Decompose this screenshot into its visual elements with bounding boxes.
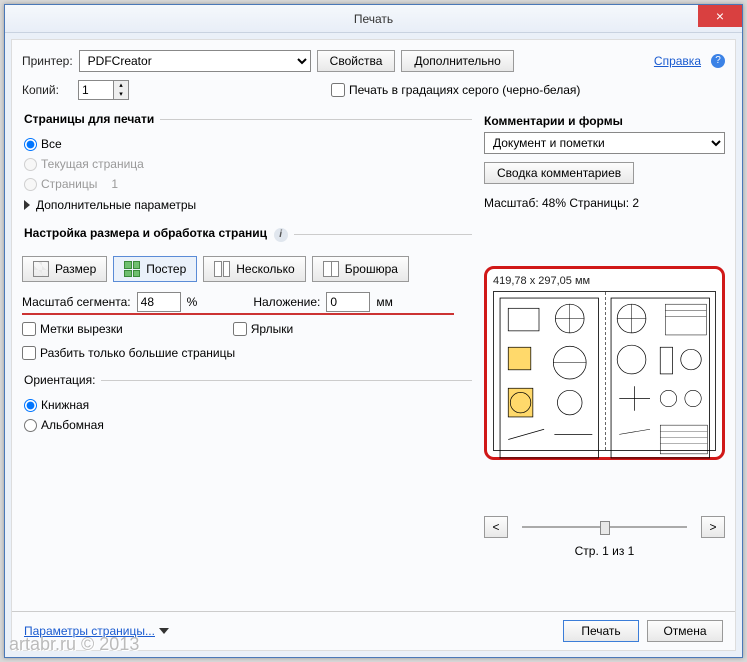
mode-poster-button[interactable]: Постер	[113, 256, 197, 282]
print-button[interactable]: Печать	[563, 620, 639, 642]
copies-row: Копий: ▴ ▾ Печать в градациях серого (че…	[12, 76, 735, 108]
copies-spinner[interactable]: ▴ ▾	[78, 80, 129, 100]
printer-label: Принтер:	[22, 54, 73, 68]
preview-slider[interactable]	[516, 519, 693, 535]
page-setup-link[interactable]: Параметры страницы...	[24, 624, 155, 638]
titlebar: Печать ×	[5, 5, 742, 33]
pages-all-radio[interactable]	[24, 138, 37, 151]
mode-size-button[interactable]: Размер	[22, 256, 107, 282]
copies-up[interactable]: ▴	[114, 81, 128, 90]
copies-label: Копий:	[22, 83, 72, 97]
pages-title: Страницы для печати	[22, 112, 160, 126]
chevron-down-icon	[159, 628, 169, 634]
preview-next-button[interactable]: >	[701, 516, 725, 538]
preview-prev-button[interactable]: <	[484, 516, 508, 538]
multi-icon	[214, 261, 230, 277]
poster-icon	[124, 261, 140, 277]
cut-marks-checkbox[interactable]: Метки вырезки	[22, 322, 123, 336]
booklet-icon	[323, 261, 339, 277]
footer: Параметры страницы... Печать Отмена	[12, 611, 735, 650]
copies-input[interactable]	[78, 80, 114, 100]
drawing-right	[605, 292, 716, 464]
cancel-button[interactable]: Отмена	[647, 620, 723, 642]
more-params-toggle[interactable]: Дополнительные параметры	[22, 194, 472, 216]
mode-booklet-button[interactable]: Брошюра	[312, 256, 409, 282]
orientation-group: Ориентация: Книжная Альбомная	[22, 373, 472, 441]
comments-title: Комментарии и формы	[484, 114, 725, 128]
landscape-radio[interactable]	[24, 419, 37, 432]
grayscale-checkbox[interactable]: Печать в градациях серого (черно-белая)	[331, 83, 580, 97]
info-icon[interactable]: i	[274, 228, 288, 242]
tile-large-checkbox[interactable]: Разбить только большие страницы	[22, 346, 235, 360]
mode-multi-button[interactable]: Несколько	[203, 256, 305, 282]
printer-row: Принтер: PDFCreator Свойства Дополнитель…	[12, 40, 735, 76]
pages-range-radio	[24, 178, 37, 191]
help-icon[interactable]: ?	[711, 54, 725, 68]
comments-select[interactable]: Документ и пометки	[484, 132, 725, 154]
portrait-radio[interactable]	[24, 399, 37, 412]
scale-info: Масштаб: 48% Страницы: 2	[484, 196, 725, 210]
copies-down[interactable]: ▾	[114, 90, 128, 99]
page-indicator: Стр. 1 из 1	[484, 544, 725, 558]
advanced-button[interactable]: Дополнительно	[401, 50, 513, 72]
segment-scale-input[interactable]	[137, 292, 181, 312]
summarize-button[interactable]: Сводка комментариев	[484, 162, 634, 184]
grayscale-label: Печать в градациях серого (черно-белая)	[349, 83, 580, 97]
help-link[interactable]: Справка	[654, 54, 701, 68]
drawing-left	[494, 292, 605, 464]
handling-group: Настройка размера и обработка страниц i …	[22, 226, 472, 369]
preview-dimensions: 419,78 x 297,05 мм	[493, 275, 716, 287]
labels-checkbox[interactable]: Ярлыки	[233, 322, 294, 336]
close-button[interactable]: ×	[698, 5, 742, 27]
printer-select[interactable]: PDFCreator	[79, 50, 311, 72]
segment-row: Масштаб сегмента: % Наложение: мм	[22, 292, 472, 312]
handling-title: Настройка размера и обработка страниц i	[22, 226, 294, 242]
highlight-underline	[22, 313, 454, 315]
print-dialog: Печать × Принтер: PDFCreator Свойства До…	[4, 4, 743, 658]
pages-current-radio	[24, 158, 37, 171]
preview-page	[493, 291, 716, 451]
preview-box: 419,78 x 297,05 мм	[484, 266, 725, 460]
window-title: Печать	[354, 12, 393, 26]
orientation-title: Ориентация:	[22, 373, 101, 387]
expand-icon	[24, 200, 30, 210]
properties-button[interactable]: Свойства	[317, 50, 396, 72]
slider-thumb[interactable]	[600, 521, 610, 535]
size-icon	[33, 261, 49, 277]
pages-group: Страницы для печати Все Текущая страница…	[22, 112, 472, 222]
overlap-input[interactable]	[326, 292, 370, 312]
dialog-body: Принтер: PDFCreator Свойства Дополнитель…	[11, 39, 736, 651]
preview-nav: < >	[484, 516, 725, 538]
